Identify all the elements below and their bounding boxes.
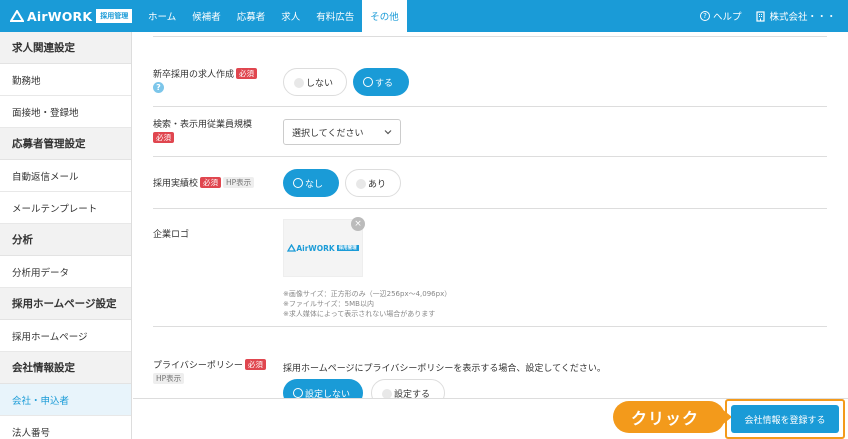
sidebar-item-company-applicant[interactable]: 会社・申込者 [0, 384, 131, 416]
newgrad-option-no[interactable]: しない [283, 68, 347, 96]
sidebar-section-title: 採用ホームページ設定 [0, 288, 131, 320]
row-divider [153, 36, 827, 37]
nav-paid-ads[interactable]: 有料広告 [308, 0, 362, 32]
sidebar-section-title: 会社情報設定 [0, 352, 131, 384]
company-label: 株式会社・・・ [769, 12, 836, 23]
nav-home[interactable]: ホーム [140, 0, 184, 32]
main-form: 新卒採用の求人作成 必須 ? しない する 検索・表示用従業員規模 必須 選択して… [133, 32, 848, 398]
newgrad-label: 新卒採用の求人作成 必須 ? [153, 68, 258, 95]
required-badge: 必須 [236, 68, 258, 79]
sidebar-section-title: 応募者管理設定 [0, 128, 131, 160]
sidebar-item-interview-location[interactable]: 面接地・登録地 [0, 96, 131, 128]
help-icon[interactable]: ? [153, 82, 164, 93]
sidebar-section-title: 求人関連設定 [0, 32, 131, 64]
sidebar-section-title: 分析 [0, 224, 131, 256]
employees-label: 検索・表示用従業員規模 必須 [153, 120, 253, 143]
logo-text: AirWORK [27, 8, 93, 24]
row-record-school: 採用実績校 必須 HP表示 なし あり [153, 156, 827, 208]
help-link[interactable]: ? ヘルプ [699, 9, 742, 23]
help-label: ヘルプ [712, 12, 742, 23]
building-icon [756, 10, 766, 22]
radio-dot-icon [363, 77, 373, 87]
logo-notes: ※画像サイズ：正方形のみ（一辺256px〜4,096px） ※ファイルサイズ：5… [283, 290, 452, 318]
record-label: 採用実績校 必須 HP表示 [153, 177, 255, 191]
radio-dot-icon [382, 389, 392, 398]
required-badge: 必須 [200, 177, 222, 188]
main-nav: ホーム 候補者 応募者 求人 有料広告 その他 [140, 0, 407, 32]
row-company-logo: 企業ロゴ AirWORK 採用管理 × ※画像サイズ：正方形のみ（一辺256px… [153, 208, 827, 326]
top-header: AirWORK 採用管理 ホーム 候補者 応募者 求人 有料広告 その他 ? ヘ… [0, 0, 848, 32]
hp-display-badge: HP表示 [153, 373, 185, 384]
help-circle-icon: ? [699, 11, 710, 21]
header-right: ? ヘルプ 株式会社・・・ [699, 0, 848, 32]
submit-highlight: 会社情報を登録する [725, 399, 845, 439]
record-option-exists[interactable]: あり [345, 169, 401, 197]
click-callout: クリック [613, 401, 725, 433]
hp-display-badge: HP表示 [223, 177, 255, 188]
nav-other[interactable]: その他 [362, 0, 407, 32]
radio-dot-icon [356, 179, 366, 189]
company-logo-image: AirWORK 採用管理 [287, 244, 359, 253]
sidebar: 求人関連設定 勤務地 面接地・登録地 応募者管理設定 自動返信メール メールテン… [0, 32, 132, 439]
airwork-logo-icon [10, 10, 24, 22]
sidebar-item-analytics-data[interactable]: 分析用データ [0, 256, 131, 288]
chevron-down-icon [384, 130, 392, 135]
privacy-option-set[interactable]: 設定する [371, 379, 445, 398]
record-option-none[interactable]: なし [283, 169, 339, 197]
sidebar-item-mail-template[interactable]: メールテンプレート [0, 192, 131, 224]
sidebar-item-auto-reply[interactable]: 自動返信メール [0, 160, 131, 192]
newgrad-option-yes[interactable]: する [353, 68, 409, 96]
logo-label: 企業ロゴ [153, 230, 190, 240]
remove-logo-icon[interactable]: × [351, 217, 365, 231]
register-company-button[interactable]: 会社情報を登録する [731, 405, 839, 433]
privacy-option-none[interactable]: 設定しない [283, 379, 363, 398]
airwork-logo-icon [287, 244, 297, 252]
sidebar-item-recruit-homepage[interactable]: 採用ホームページ [0, 320, 131, 352]
required-badge: 必須 [244, 359, 266, 370]
privacy-description: 採用ホームページにプライバシーポリシーを表示する場合、設定してください。 [283, 364, 606, 374]
radio-dot-icon [293, 388, 303, 398]
footer-bar: クリック 会社情報を登録する [133, 398, 848, 439]
row-privacy-policy: プライバシーポリシー 必須 HP表示 採用ホームページにプライバシーポリシーを表示… [153, 326, 827, 398]
row-employees: 検索・表示用従業員規模 必須 選択してください [153, 106, 827, 156]
app-logo[interactable]: AirWORK 採用管理 [0, 0, 140, 32]
logo-badge: 採用管理 [96, 9, 133, 23]
nav-jobs[interactable]: 求人 [273, 0, 308, 32]
sidebar-item-work-location[interactable]: 勤務地 [0, 64, 131, 96]
company-logo-preview[interactable]: AirWORK 採用管理 [283, 219, 363, 277]
company-menu[interactable]: 株式会社・・・ [755, 9, 836, 23]
privacy-label: プライバシーポリシー 必須 HP表示 [153, 359, 266, 387]
radio-dot-icon [293, 178, 303, 188]
employees-select[interactable]: 選択してください [283, 119, 401, 145]
nav-candidates[interactable]: 候補者 [184, 0, 229, 32]
required-badge: 必須 [153, 132, 174, 143]
sidebar-item-corporate-number[interactable]: 法人番号 [0, 416, 131, 439]
nav-applicants[interactable]: 応募者 [229, 0, 274, 32]
radio-dot-icon [294, 78, 304, 88]
